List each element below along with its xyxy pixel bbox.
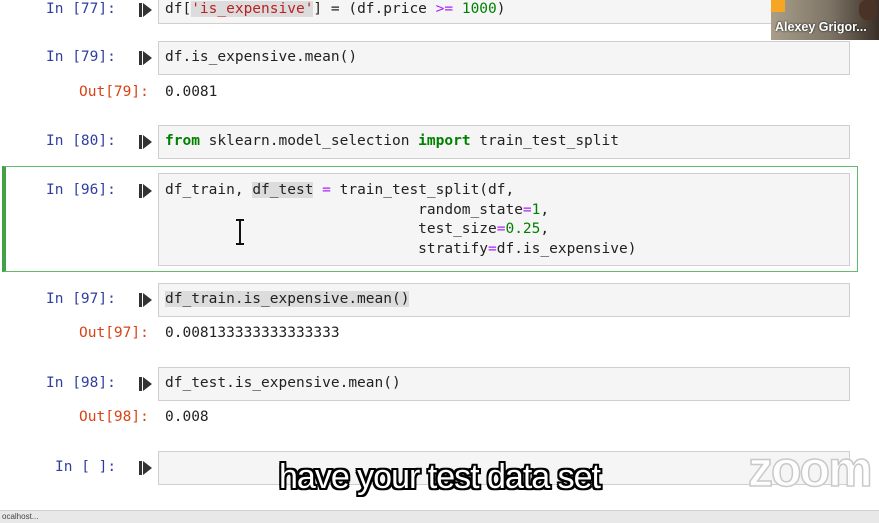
run-cell-icon[interactable] [139,183,153,199]
run-cell-icon[interactable] [139,2,153,18]
code-number: 1000 [461,1,497,17]
cell-98-output: 0.008 [165,409,209,425]
code-keyword: from [165,133,200,149]
notebook: In [77]: df['is_expensive'] = (df.price … [0,0,879,510]
run-cell-icon[interactable] [139,50,153,66]
cell-97-output: 0.008133333333333333 [165,325,340,341]
participant-avatar [859,0,877,20]
code-token: df_test [252,182,314,198]
cell-80-prompt: In [80]: [46,133,116,149]
code-token: , [234,182,253,198]
cell-97-prompt: In [97]: [46,291,116,307]
cell-98-code[interactable]: df_test.is_expensive.mean() [165,374,401,394]
code-token: df_train.is_expensive.mean() [165,291,410,307]
code-token: df[ [165,1,192,17]
code-token: sklearn.model_selection [199,133,419,149]
run-cell-icon[interactable] [139,292,153,308]
code-token: train_test_split [470,133,619,149]
code-operator: >= [435,1,454,17]
code-token: df_train [165,182,235,198]
cell-98-prompt: In [98]: [46,375,116,391]
cell-97-out-prompt: Out[97]: [79,325,149,341]
cell-79-prompt: In [79]: [46,49,116,65]
run-cell-icon[interactable] [139,376,153,392]
cell-79-out-prompt: Out[79]: [79,84,149,100]
code-operator: = [488,240,497,257]
code-token: df.is_expensive) [496,240,637,257]
code-token: ] = (df.price [313,1,436,17]
speaker-indicator [771,0,785,12]
text-cursor-icon [236,219,244,245]
status-bar: ocalhost... [0,510,879,523]
status-bar-text: ocalhost... [2,512,39,521]
code-token: stratify [165,240,489,257]
video-subtitle: have your test data set [279,458,601,496]
code-token: random_state [165,201,523,218]
code-token: train_test_split(df, [330,182,515,198]
code-number: 0.25 [505,221,541,237]
run-cell-icon[interactable] [139,134,153,150]
code-string: 'is_expensive' [191,1,314,17]
cell-77-code[interactable]: df['is_expensive'] = (df.price >= 1000) [165,0,506,20]
code-token: test_size [165,221,497,237]
code-operator: = [522,201,532,218]
cell-77-prompt: In [77]: [46,1,116,17]
cell-80-code[interactable]: from sklearn.model_selection import trai… [165,132,619,152]
code-keyword: import [418,133,471,149]
code-operator: = [322,182,331,198]
cell-96-prompt: In [96]: [46,182,116,198]
cell-79-code[interactable]: df.is_expensive.mean() [165,48,357,68]
participant-name: Alexey Grigor... [775,20,867,34]
participant-video-tile[interactable]: Alexey Grigor... [771,0,879,40]
cell-98-out-prompt: Out[98]: [79,409,149,425]
cell-79-output: 0.0081 [165,84,218,100]
code-token: , [540,201,550,218]
code-token: ) [496,1,506,17]
code-token: , [540,221,550,237]
cell-97-code[interactable]: df_train.is_expensive.mean() [165,290,410,310]
